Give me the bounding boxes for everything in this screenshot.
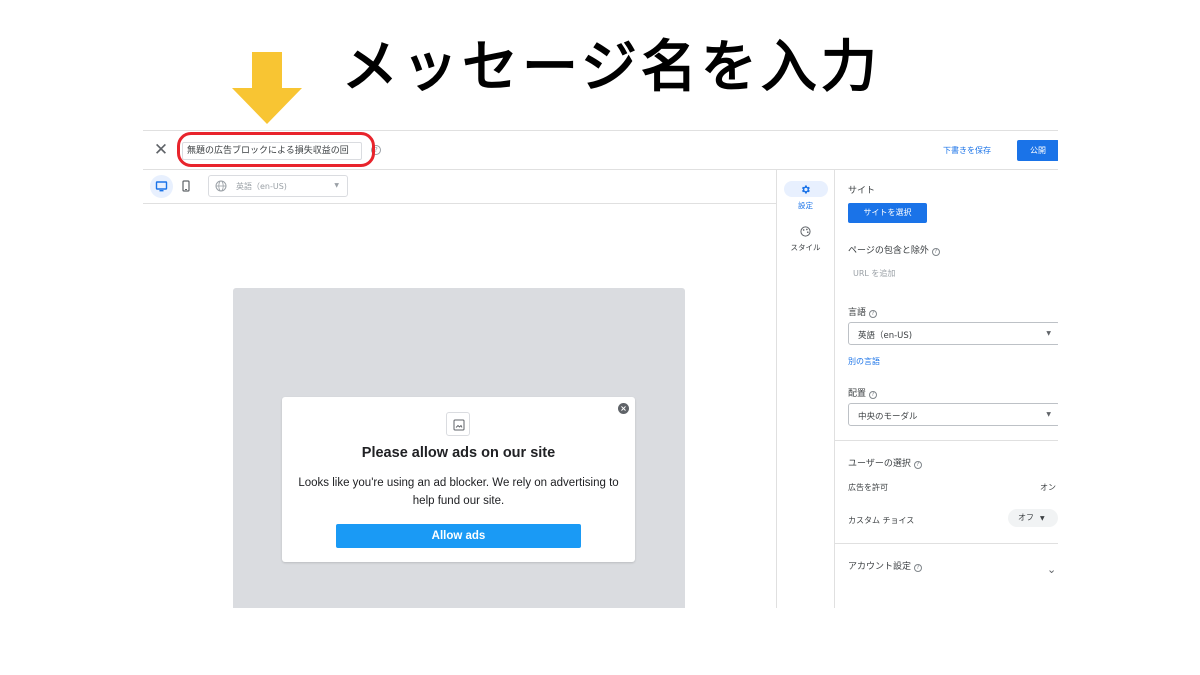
modal-title: Please allow ads on our site [361, 445, 556, 461]
help-icon[interactable]: ? [914, 564, 923, 572]
settings-panel: サイト サイトを選択 ページの包含と除外? URL を追加 言語? 英語（en-… [835, 170, 1058, 608]
custom-choice-label: カスタム チョイス [848, 516, 915, 525]
desktop-icon [155, 181, 168, 192]
custom-choice-value: オフ [1018, 513, 1034, 522]
down-arrow-icon [232, 52, 302, 124]
help-icon[interactable]: ? [931, 248, 940, 256]
chevron-down-icon: ▼ [1040, 515, 1045, 522]
save-draft-button[interactable]: 下書きを保存 [943, 145, 991, 156]
language-select-value: 英語（en-US) [858, 331, 913, 341]
chevron-down-icon: ▼ [1046, 330, 1051, 337]
chevron-down-icon: ▼ [1046, 411, 1051, 418]
custom-choice-select[interactable]: オフ ▼ [1008, 509, 1058, 527]
chevron-down-icon: ▼ [334, 182, 339, 189]
publish-button[interactable]: 公開 [1017, 140, 1058, 161]
desktop-preview-button[interactable] [150, 175, 173, 198]
account-settings-label: アカウント設定 [848, 562, 912, 572]
message-editor: ✕ 無題の広告ブロックによる損失収益の回 ? 下書きを保存 公開 英語（en-U… [143, 130, 1058, 608]
preview-toolbar: 英語（en-US) ▼ [143, 170, 776, 204]
page-include-exclude-heading: ページの包含と除外? [848, 243, 940, 256]
select-site-button[interactable]: サイトを選択 [848, 203, 927, 223]
preview-language-select[interactable]: 英語（en-US) ▼ [208, 175, 348, 197]
help-icon[interactable]: ? [869, 310, 878, 318]
help-icon[interactable]: ? [869, 391, 878, 399]
rail-label-style: スタイル [790, 243, 821, 252]
placement-select-value: 中央のモーダル [858, 412, 918, 422]
rail-item-style[interactable]: スタイル [777, 223, 834, 253]
rail-item-settings[interactable]: 設定 [777, 181, 834, 211]
preview-page-background: × Please allow ads on our site Looks lik… [233, 288, 685, 608]
gear-icon [801, 185, 810, 193]
mobile-icon [182, 180, 190, 192]
language-select[interactable]: 英語（en-US) ▼ [848, 322, 1058, 345]
image-placeholder-icon [446, 412, 470, 436]
help-icon[interactable]: ? [913, 461, 922, 469]
divider [835, 543, 1058, 544]
site-heading: サイト [848, 186, 876, 196]
globe-icon [215, 180, 227, 192]
placement-select[interactable]: 中央のモーダル ▼ [848, 403, 1058, 426]
palette-icon [800, 225, 811, 237]
divider [835, 440, 1058, 441]
mobile-preview-button[interactable] [178, 175, 194, 198]
add-url-link[interactable]: URL を追加 [853, 268, 895, 279]
allow-ads-value[interactable]: オン [1040, 482, 1056, 493]
placement-label: 配置 [848, 389, 867, 399]
preview-area: × Please allow ads on our site Looks lik… [143, 204, 776, 608]
modal-body: Looks like you're using an ad blocker. W… [298, 477, 619, 507]
user-choice-label: ユーザーの選択 [848, 459, 911, 469]
language-heading: 言語? [848, 305, 878, 318]
nav-rail: 設定 スタイル [777, 170, 834, 608]
other-language-link[interactable]: 別の言語 [848, 356, 880, 367]
user-choice-heading: ユーザーの選択? [848, 456, 922, 469]
allow-ads-button[interactable]: Allow ads [336, 524, 581, 548]
annotation-title: メッセージ名を入力 [342, 35, 881, 100]
rail-label-settings: 設定 [798, 201, 813, 210]
top-bar: ✕ 無題の広告ブロックによる損失収益の回 ? 下書きを保存 公開 [143, 130, 1058, 170]
preview-language-value: 英語（en-US) [236, 182, 287, 191]
help-icon[interactable]: ? [371, 145, 381, 155]
expand-chevron-icon[interactable]: ⌄ [1047, 563, 1056, 576]
account-settings-heading[interactable]: アカウント設定? [848, 559, 923, 572]
message-name-input[interactable]: 無題の広告ブロックによる損失収益の回 [182, 142, 362, 160]
page-include-exclude-label: ページの包含と除外 [848, 246, 929, 256]
ad-block-modal: × Please allow ads on our site Looks lik… [282, 397, 635, 562]
language-label: 言語 [848, 308, 867, 318]
close-icon[interactable]: ✕ [151, 140, 171, 160]
placement-heading: 配置? [848, 386, 878, 399]
modal-close-icon[interactable]: × [618, 403, 629, 414]
allow-ads-label: 広告を許可 [848, 483, 888, 492]
